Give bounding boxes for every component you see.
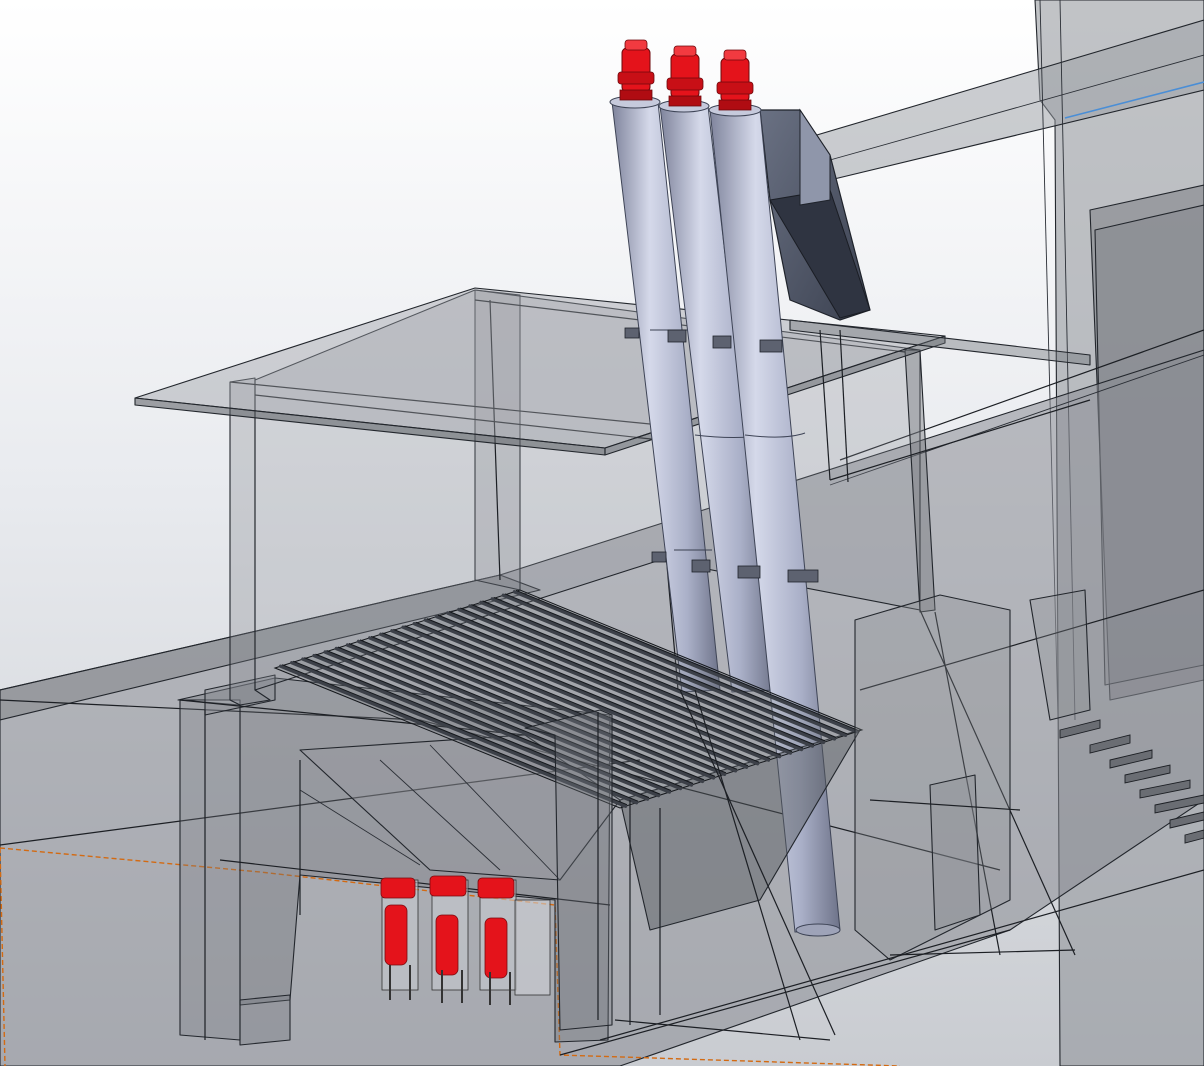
motor-2[interactable] [666, 45, 704, 107]
motor-3[interactable] [716, 49, 754, 111]
pump-1[interactable] [380, 877, 419, 1000]
motor-1[interactable] [617, 39, 655, 101]
cad-viewport[interactable] [0, 0, 1204, 1066]
3d-model-scene[interactable] [0, 0, 1204, 1066]
conveyor-motors[interactable] [617, 39, 754, 111]
pump-2[interactable] [429, 875, 469, 1003]
pump-3[interactable] [477, 877, 517, 1005]
